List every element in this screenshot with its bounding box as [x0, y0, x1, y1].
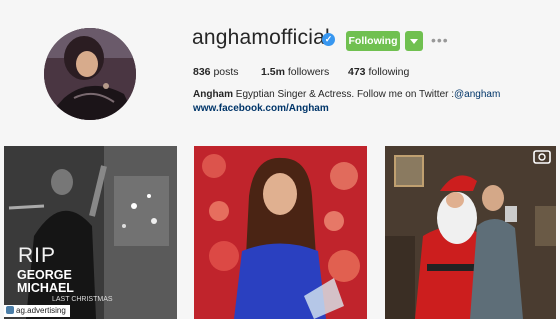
followers-stat[interactable]: 1.5m followers — [261, 66, 329, 78]
more-options-button[interactable]: ••• — [431, 33, 449, 47]
suggestions-dropdown-button[interactable] — [405, 31, 423, 51]
following-button[interactable]: Following — [346, 31, 400, 51]
profile-avatar[interactable] — [44, 28, 136, 120]
sponsor-badge-label: ag.advertising — [16, 306, 66, 315]
chevron-down-icon — [410, 39, 418, 44]
posts-label: posts — [213, 66, 239, 78]
verified-badge-icon: ✓ — [322, 33, 335, 46]
following-label: following — [368, 66, 410, 78]
followers-label: followers — [287, 66, 330, 78]
sponsor-badge: ag.advertising — [4, 305, 70, 317]
profile-username: anghamofficial — [192, 26, 330, 49]
post-overlay-rip: RIP — [18, 244, 57, 267]
profile-website-link[interactable]: www.facebook.com/Angham — [193, 103, 329, 114]
post-thumbnail-blue-dress[interactable] — [194, 146, 367, 319]
post-overlay-line3: LAST CHRISTMAS — [52, 296, 113, 303]
twitter-handle-link[interactable]: @angham — [454, 89, 500, 100]
post-overlay-line2: MICHAEL — [17, 281, 74, 295]
following-stat[interactable]: 473 following — [348, 66, 409, 78]
bio-text: Egyptian Singer & Actress. Follow me on … — [235, 89, 455, 100]
post-overlay-line1: GEORGE — [17, 268, 72, 282]
instagram-icon — [6, 306, 14, 314]
bio-name: Angham — [193, 89, 233, 100]
profile-bio: Angham Egyptian Singer & Actress. Follow… — [193, 89, 500, 100]
post-thumbnail-santa[interactable] — [385, 146, 556, 319]
following-count: 473 — [348, 66, 366, 78]
followers-count: 1.5m — [261, 66, 285, 78]
posts-count: 836 — [193, 66, 211, 78]
video-icon — [533, 150, 551, 164]
posts-stat: 836 posts — [193, 66, 239, 78]
